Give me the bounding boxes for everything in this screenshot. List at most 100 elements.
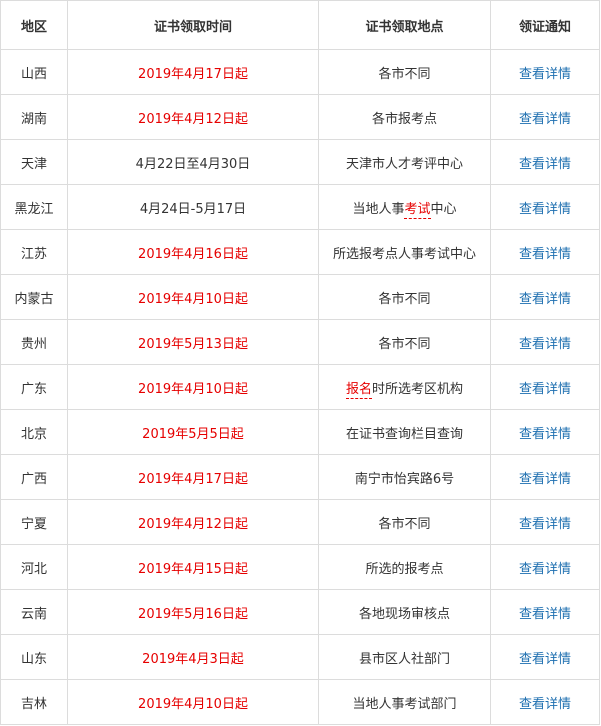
view-details-link[interactable]: 查看详情 [519,427,571,442]
table-row: 广东 2019年4月10日起 报名时所选考区机构 查看详情 [0,364,600,410]
collection-place-cell: 各市不同 [318,499,491,545]
header-collection-time: 证书领取时间 [67,0,319,50]
place-text: 所选报考点人事考试中心 [332,246,476,262]
notice-cell: 查看详情 [490,274,600,320]
place-text: 各市报考点 [371,111,437,127]
view-details-link[interactable]: 查看详情 [519,247,571,262]
header-collection-place: 证书领取地点 [318,0,491,50]
place-text: 县市区人社部门 [358,651,450,667]
place-text-tail: 中心 [430,201,457,217]
place-text: 各市不同 [378,336,431,352]
notice-cell: 查看详情 [490,634,600,680]
place-text: 当地人事考试部门 [352,696,457,712]
collection-time-cell: 2019年4月15日起 [67,544,319,590]
view-details-link[interactable]: 查看详情 [519,382,571,397]
table-row: 内蒙古 2019年4月10日起 各市不同 查看详情 [0,274,600,320]
table-row: 贵州 2019年5月13日起 各市不同 查看详情 [0,319,600,365]
table-row: 山西 2019年4月17日起 各市不同 查看详情 [0,49,600,95]
table-row: 江苏 2019年4月16日起 所选报考点人事考试中心 查看详情 [0,229,600,275]
region-cell: 内蒙古 [0,274,68,320]
table-row: 北京 2019年5月5日起 在证书查询栏目查询 查看详情 [0,409,600,455]
place-text-tail: 时所选考区机构 [372,381,464,397]
region-cell: 广东 [0,364,68,410]
place-text: 各市不同 [378,516,431,532]
notice-cell: 查看详情 [490,94,600,140]
view-details-link[interactable]: 查看详情 [519,562,571,577]
collection-time-cell: 2019年5月16日起 [67,589,319,635]
place-text: 南宁市怡宾路6号 [354,471,455,487]
collection-time-cell: 2019年4月16日起 [67,229,319,275]
collection-place-cell: 各地现场审核点 [318,589,491,635]
notice-cell: 查看详情 [490,364,600,410]
collection-place-cell: 所选报考点人事考试中心 [318,229,491,275]
collection-place-cell: 南宁市怡宾路6号 [318,454,491,500]
collection-place-cell: 当地人事考试部门 [318,679,491,725]
collection-place-cell: 天津市人才考评中心 [318,139,491,185]
collection-time-cell: 4月24日-5月17日 [67,184,319,230]
collection-place-cell: 在证书查询栏目查询 [318,409,491,455]
collection-time-cell: 2019年4月10日起 [67,274,319,320]
region-cell: 山西 [0,49,68,95]
place-text: 各市不同 [378,66,431,82]
collection-time-cell: 2019年4月3日起 [67,634,319,680]
notice-cell: 查看详情 [490,409,600,455]
collection-place-cell: 各市不同 [318,319,491,365]
notice-cell: 查看详情 [490,544,600,590]
region-cell: 吉林 [0,679,68,725]
table-row: 山东 2019年4月3日起 县市区人社部门 查看详情 [0,634,600,680]
collection-time-cell: 2019年4月17日起 [67,454,319,500]
table-row: 云南 2019年5月16日起 各地现场审核点 查看详情 [0,589,600,635]
table-row: 宁夏 2019年4月12日起 各市不同 查看详情 [0,499,600,545]
place-text: 所选的报考点 [365,561,444,577]
view-details-link[interactable]: 查看详情 [519,157,571,172]
table-row: 湖南 2019年4月12日起 各市报考点 查看详情 [0,94,600,140]
collection-place-cell: 各市报考点 [318,94,491,140]
place-keyword-link[interactable]: 报名 [345,381,372,399]
collection-place-cell: 各市不同 [318,274,491,320]
region-cell: 河北 [0,544,68,590]
notice-cell: 查看详情 [490,589,600,635]
collection-time-cell: 2019年5月13日起 [67,319,319,365]
region-cell: 湖南 [0,94,68,140]
collection-place-cell: 当地人事考试中心 [318,184,491,230]
place-text: 各地现场审核点 [358,606,450,622]
collection-time-cell: 2019年4月12日起 [67,94,319,140]
collection-time-cell: 2019年4月10日起 [67,364,319,410]
collection-place-cell: 报名时所选考区机构 [318,364,491,410]
region-cell: 广西 [0,454,68,500]
notice-cell: 查看详情 [490,499,600,545]
region-cell: 江苏 [0,229,68,275]
notice-cell: 查看详情 [490,229,600,275]
region-cell: 北京 [0,409,68,455]
notice-cell: 查看详情 [490,139,600,185]
table-row: 广西 2019年4月17日起 南宁市怡宾路6号 查看详情 [0,454,600,500]
region-cell: 山东 [0,634,68,680]
view-details-link[interactable]: 查看详情 [519,652,571,667]
region-cell: 天津 [0,139,68,185]
view-details-link[interactable]: 查看详情 [519,202,571,217]
notice-cell: 查看详情 [490,679,600,725]
collection-time-cell: 2019年4月17日起 [67,49,319,95]
view-details-link[interactable]: 查看详情 [519,337,571,352]
view-details-link[interactable]: 查看详情 [519,517,571,532]
view-details-link[interactable]: 查看详情 [519,607,571,622]
collection-place-cell: 各市不同 [318,49,491,95]
collection-place-cell: 县市区人社部门 [318,634,491,680]
place-text: 当地人事 [352,201,405,217]
view-details-link[interactable]: 查看详情 [519,112,571,127]
table-row: 天津 4月22日至4月30日 天津市人才考评中心 查看详情 [0,139,600,185]
collection-place-cell: 所选的报考点 [318,544,491,590]
view-details-link[interactable]: 查看详情 [519,472,571,487]
place-keyword-link[interactable]: 考试 [404,201,431,219]
region-cell: 贵州 [0,319,68,365]
region-cell: 云南 [0,589,68,635]
view-details-link[interactable]: 查看详情 [519,697,571,712]
collection-time-cell: 2019年5月5日起 [67,409,319,455]
view-details-link[interactable]: 查看详情 [519,67,571,82]
view-details-link[interactable]: 查看详情 [519,292,571,307]
region-cell: 宁夏 [0,499,68,545]
region-cell: 黑龙江 [0,184,68,230]
place-text: 在证书查询栏目查询 [345,426,463,442]
collection-time-cell: 2019年4月12日起 [67,499,319,545]
place-text: 天津市人才考评中心 [345,156,463,172]
